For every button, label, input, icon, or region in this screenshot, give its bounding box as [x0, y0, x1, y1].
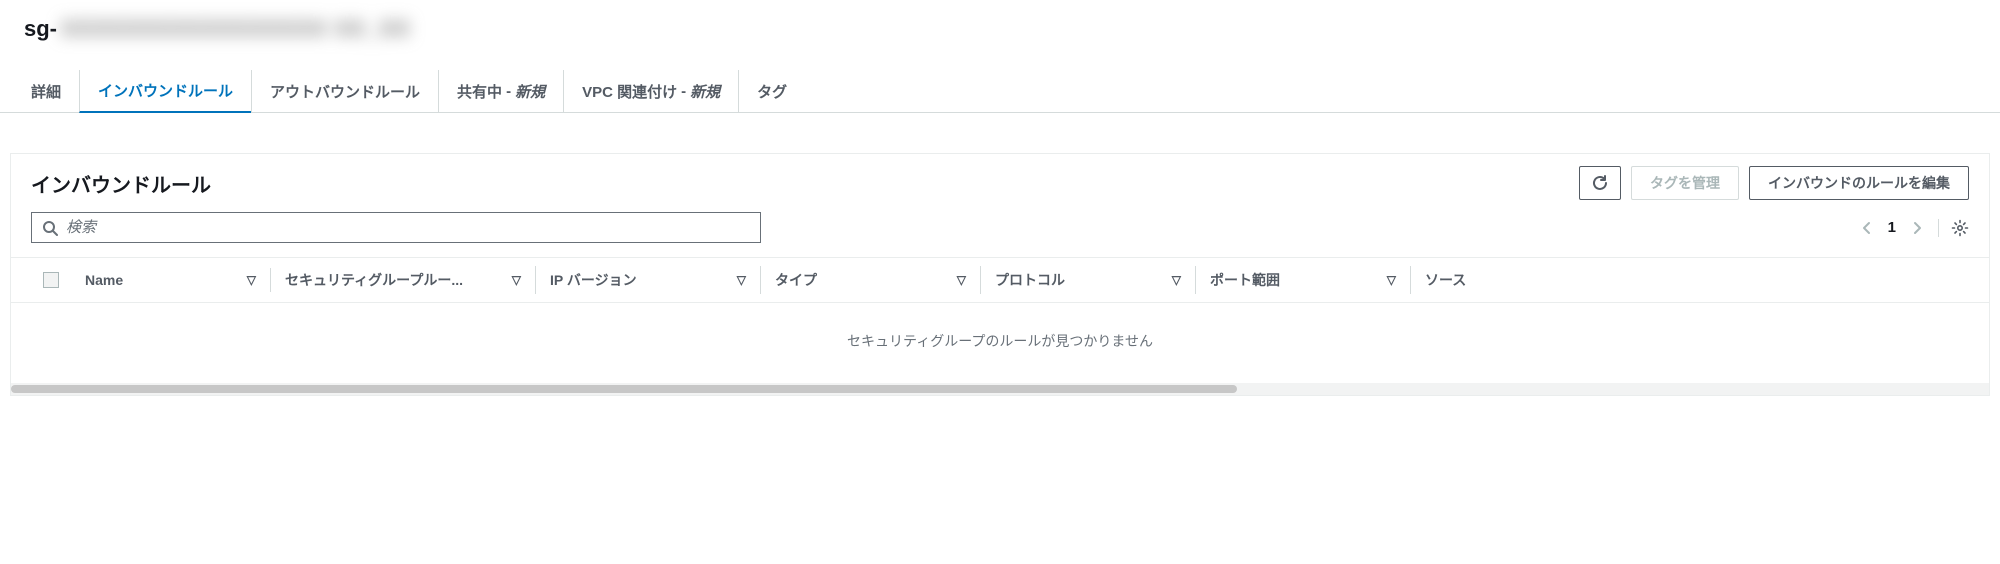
col-label: ソース: [1425, 270, 1466, 290]
tab-label: アウトバウンドルール: [270, 81, 420, 102]
chevron-left-icon: [1862, 221, 1872, 235]
tab-sharing[interactable]: 共有中 - 新規: [438, 70, 563, 112]
button-label: インバウンドのルールを編集: [1768, 173, 1950, 193]
col-port-range[interactable]: ポート範囲 ▽: [1196, 266, 1411, 294]
pager-current: 1: [1888, 219, 1896, 236]
tab-badge: 新規: [690, 81, 720, 102]
tab-label: インバウンドルール: [98, 80, 233, 101]
tab-details[interactable]: 詳細: [12, 70, 79, 112]
sort-icon: ▽: [957, 273, 966, 287]
sort-icon: ▽: [737, 273, 746, 287]
select-all-checkbox[interactable]: [43, 272, 59, 288]
tab-label-sep: -: [506, 83, 511, 100]
col-label: セキュリティグループルー...: [285, 270, 463, 290]
sort-icon: ▽: [1172, 273, 1181, 287]
table-settings-button[interactable]: [1938, 219, 1969, 237]
tab-label: タグ: [757, 81, 787, 102]
search-input[interactable]: [66, 219, 750, 236]
chevron-right-icon: [1912, 221, 1922, 235]
pager-prev[interactable]: [1862, 221, 1872, 235]
col-label: ポート範囲: [1210, 270, 1280, 290]
tab-label: 詳細: [31, 81, 61, 102]
tab-vpc-association[interactable]: VPC 関連付け - 新規: [563, 70, 738, 112]
col-label: Name: [85, 272, 123, 288]
search-box[interactable]: [31, 212, 761, 243]
pager-next[interactable]: [1912, 221, 1922, 235]
tab-inbound-rules[interactable]: インバウンドルール: [79, 70, 251, 113]
page-title: sg- XXXXXXXXXXXXXXXXX XX_XX: [0, 0, 2000, 50]
button-label: タグを管理: [1650, 173, 1720, 193]
col-label: IP バージョン: [550, 270, 637, 290]
search-row: 1: [11, 204, 1989, 257]
edit-inbound-rules-button[interactable]: インバウンドのルールを編集: [1749, 166, 1969, 200]
title-redacted: XXXXXXXXXXXXXXXXX XX_XX: [61, 16, 411, 42]
tab-label: 共有中: [457, 81, 502, 102]
gear-icon: [1951, 219, 1969, 237]
tabs: 詳細 インバウンドルール アウトバウンドルール 共有中 - 新規 VPC 関連付…: [0, 70, 2000, 113]
col-name[interactable]: Name ▽: [71, 268, 271, 292]
refresh-button[interactable]: [1579, 166, 1621, 200]
panel-header: インバウンドルール タグを管理 インバウンドのルールを編集: [11, 154, 1989, 204]
tab-outbound-rules[interactable]: アウトバウンドルール: [251, 70, 438, 112]
empty-message: セキュリティグループのルールが見つかりません: [11, 303, 1989, 383]
tab-label-sep: -: [681, 83, 686, 100]
col-label: タイプ: [775, 270, 817, 290]
panel-title: インバウンドルール: [31, 169, 211, 198]
select-all-cell[interactable]: [31, 272, 71, 288]
title-prefix: sg-: [24, 16, 57, 42]
col-type[interactable]: タイプ ▽: [761, 266, 981, 294]
horizontal-scrollbar[interactable]: [11, 383, 1989, 395]
col-source[interactable]: ソース: [1411, 266, 1969, 294]
sort-icon: ▽: [247, 273, 256, 287]
refresh-icon: [1592, 175, 1608, 191]
scrollbar-thumb[interactable]: [11, 385, 1237, 393]
table-header: Name ▽ セキュリティグループルー... ▽ IP バージョン ▽ タイプ …: [11, 257, 1989, 303]
inbound-rules-panel: インバウンドルール タグを管理 インバウンドのルールを編集: [10, 153, 1990, 396]
tab-tags[interactable]: タグ: [738, 70, 805, 112]
col-security-group-rule[interactable]: セキュリティグループルー... ▽: [271, 266, 536, 294]
pager: 1: [1862, 219, 1969, 237]
panel-actions: タグを管理 インバウンドのルールを編集: [1579, 166, 1969, 200]
col-protocol[interactable]: プロトコル ▽: [981, 266, 1196, 294]
manage-tags-button[interactable]: タグを管理: [1631, 166, 1739, 200]
col-label: プロトコル: [995, 270, 1065, 290]
col-ip-version[interactable]: IP バージョン ▽: [536, 266, 761, 294]
sort-icon: ▽: [512, 273, 521, 287]
sort-icon: ▽: [1387, 273, 1396, 287]
search-icon: [42, 220, 58, 236]
tab-badge: 新規: [515, 81, 545, 102]
tab-label: VPC 関連付け: [582, 81, 677, 102]
